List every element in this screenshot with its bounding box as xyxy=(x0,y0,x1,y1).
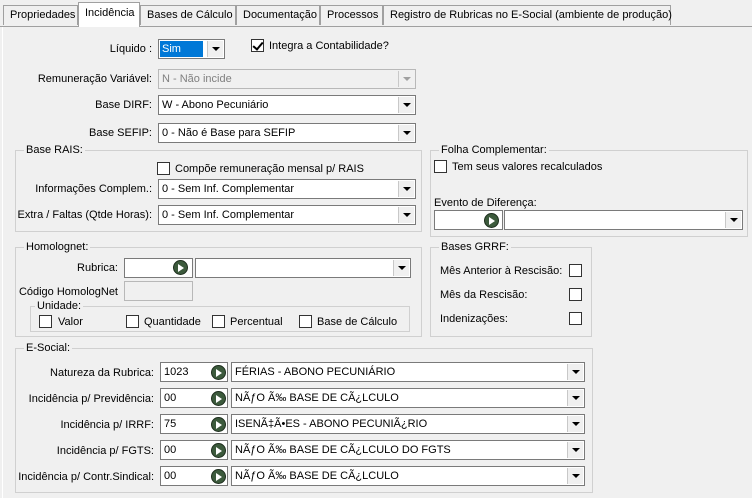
search-go-icon[interactable] xyxy=(211,365,226,380)
esocial-title: E-Social: xyxy=(24,341,73,355)
unidade-quantidade-label: Quantidade xyxy=(144,316,201,328)
tab-propriedades[interactable]: Propriedades xyxy=(3,5,78,25)
liquido-label: Líquido : xyxy=(109,43,152,55)
extra-faltas-label: Extra / Faltas (Qtde Horas): xyxy=(17,209,152,221)
esocial-sindical-select[interactable]: NÃƒO Ã‰ BASE DE CÃ¿LCULO xyxy=(231,466,585,486)
esocial-fgts-label: Incidência p/ FGTS: xyxy=(56,445,154,457)
chevron-down-icon[interactable] xyxy=(398,125,414,141)
codigo-homolognet-label: Código HomologNet xyxy=(18,286,118,298)
base-dirf-select[interactable]: W - Abono Pecuniário xyxy=(158,95,416,115)
tab-bar: Propriedades Incidência Bases de Cálculo… xyxy=(0,0,752,27)
esocial-natureza-label: Natureza da Rubrica: xyxy=(50,367,154,379)
esocial-irrf-label: Incidência p/ IRRF: xyxy=(60,419,154,431)
unidade-quantidade-checkbox[interactable] xyxy=(126,315,139,328)
chevron-down-icon[interactable] xyxy=(725,212,741,228)
esocial-fgts-select[interactable]: NÃƒO Ã‰ BASE DE CÃ¿LCULO DO FGTS xyxy=(231,440,585,460)
tab-documentacao[interactable]: Documentação xyxy=(236,5,320,25)
unidade-valor-label: Valor xyxy=(58,316,83,328)
extra-faltas-select[interactable]: 0 - Sem Inf. Complementar xyxy=(158,205,416,225)
tab-bases-calculo[interactable]: Bases de Cálculo xyxy=(140,5,236,25)
grrf-indenizacoes-label: Indenizações: xyxy=(440,313,508,325)
integra-contabilidade-label: Integra a Contabilidade? xyxy=(269,40,389,52)
chevron-down-icon[interactable] xyxy=(393,260,409,276)
rem-variavel-label: Remuneração Variável: xyxy=(37,73,152,85)
search-go-icon[interactable] xyxy=(211,469,226,484)
unidade-percentual-label: Percentual xyxy=(230,316,283,328)
info-complem-select[interactable]: 0 - Sem Inf. Complementar xyxy=(158,179,416,199)
esocial-irrf-select[interactable]: ISENÃ‡Ã•ES - ABONO PECUNIÃ¿RIO xyxy=(231,414,585,434)
liquido-select[interactable]: Sim xyxy=(158,39,225,59)
search-go-icon[interactable] xyxy=(211,417,226,432)
search-go-icon[interactable] xyxy=(173,260,188,275)
chevron-down-icon[interactable] xyxy=(567,364,583,380)
chevron-down-icon[interactable] xyxy=(207,41,223,57)
codigo-homolognet-input[interactable] xyxy=(124,281,193,301)
esocial-previdencia-select[interactable]: NÃƒO Ã‰ BASE DE CÃ¿LCULO xyxy=(231,388,585,408)
chevron-down-icon[interactable] xyxy=(567,416,583,432)
chevron-down-icon[interactable] xyxy=(398,207,414,223)
base-dirf-label: Base DIRF: xyxy=(95,99,152,111)
tab-processos[interactable]: Processos xyxy=(320,5,383,25)
grrf-mes-rescisao-checkbox[interactable] xyxy=(569,288,582,301)
chevron-down-icon[interactable] xyxy=(398,97,414,113)
recalculados-label: Tem seus valores recalculados xyxy=(452,161,603,173)
compoe-rais-checkbox[interactable] xyxy=(157,162,170,175)
grrf-mes-rescisao-label: Mês da Rescisão: xyxy=(440,289,528,301)
search-go-icon[interactable] xyxy=(211,443,226,458)
chevron-down-icon[interactable] xyxy=(567,468,583,484)
search-go-icon[interactable] xyxy=(211,391,226,406)
base-sefip-label: Base SEFIP: xyxy=(89,127,152,139)
tab-registro-esocial[interactable]: Registro de Rubricas no E-Social (ambien… xyxy=(383,5,672,25)
evento-diferenca-select[interactable] xyxy=(504,210,743,230)
grrf-title: Bases GRRF: xyxy=(439,240,511,254)
tab-incidencia[interactable]: Incidência xyxy=(78,2,140,27)
rem-variavel-select[interactable]: N - Não incide xyxy=(158,69,416,89)
recalculados-checkbox[interactable] xyxy=(434,160,447,173)
grrf-mes-anterior-label: Mês Anterior à Rescisão: xyxy=(440,265,563,277)
rais-title: Base RAIS: xyxy=(24,143,85,157)
unidade-base-calculo-label: Base de Cálculo xyxy=(317,316,398,328)
homolognet-title: Homolognet: xyxy=(24,240,91,254)
compoe-rais-label: Compõe remuneração mensal p/ RAIS xyxy=(175,163,364,175)
chevron-down-icon[interactable] xyxy=(567,390,583,406)
unidade-percentual-checkbox[interactable] xyxy=(212,315,225,328)
chevron-down-icon[interactable] xyxy=(567,442,583,458)
integra-contabilidade-checkbox[interactable] xyxy=(251,39,264,52)
folha-complementar-title: Folha Complementar: xyxy=(439,143,549,157)
chevron-down-icon[interactable] xyxy=(398,181,414,197)
esocial-natureza-select[interactable]: FÉRIAS - ABONO PECUNIÁRIO xyxy=(231,362,585,382)
unidade-base-calculo-checkbox[interactable] xyxy=(299,315,312,328)
base-sefip-select[interactable]: 0 - Não é Base para SEFIP xyxy=(158,123,416,143)
rubrica-label: Rubrica: xyxy=(77,262,118,274)
info-complem-label: Informações Complem.: xyxy=(35,183,152,195)
esocial-previdencia-label: Incidência p/ Previdência: xyxy=(28,393,154,405)
grrf-indenizacoes-checkbox[interactable] xyxy=(569,312,582,325)
rubrica-select[interactable] xyxy=(195,258,411,278)
search-go-icon[interactable] xyxy=(484,213,499,228)
esocial-sindical-label: Incidência p/ Contr.Sindical: xyxy=(18,471,154,483)
grrf-mes-anterior-checkbox[interactable] xyxy=(569,264,582,277)
unidade-valor-checkbox[interactable] xyxy=(39,315,52,328)
evento-diferenca-label: Evento de Diferença: xyxy=(434,197,537,209)
unidade-title: Unidade: xyxy=(35,299,84,313)
chevron-down-icon[interactable] xyxy=(398,71,414,87)
